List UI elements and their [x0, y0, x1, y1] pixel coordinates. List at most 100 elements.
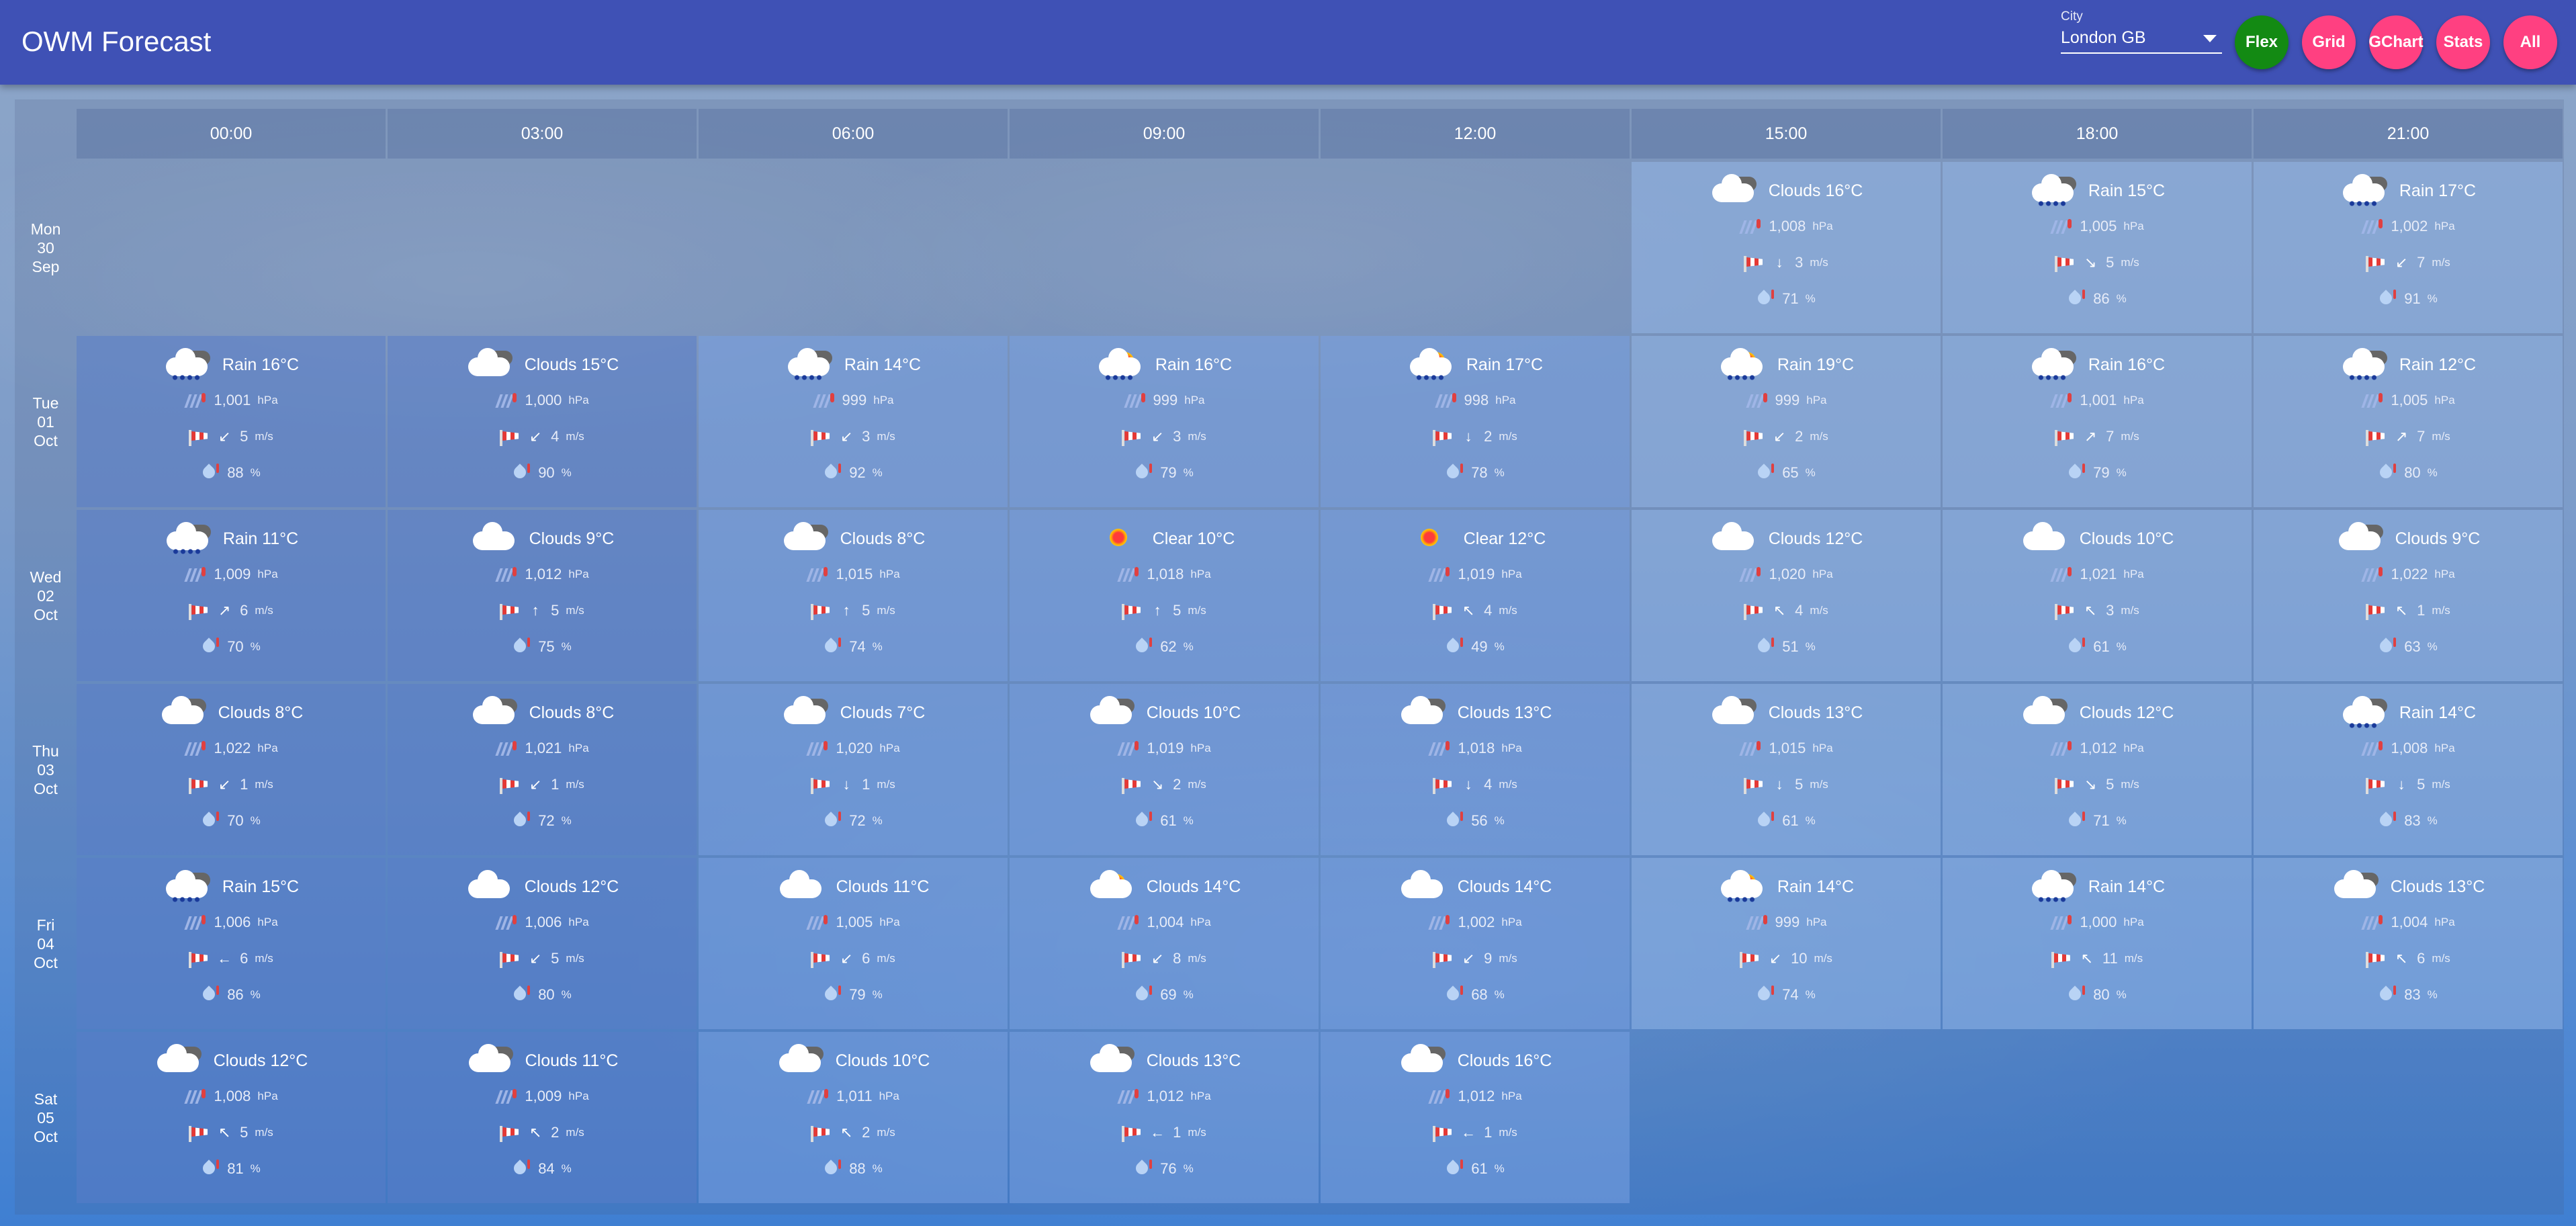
pressure-value: 1,012	[1147, 1088, 1184, 1104]
forecast-cell[interactable]: Clear 12°C 1,019 hPa ↖ 4 m/s 49%	[1321, 510, 1630, 681]
windsock-icon	[2366, 256, 2386, 272]
forecast-cell[interactable]: Clouds 15°C 1,000 hPa ↙ 4 m/s 90%	[388, 336, 697, 507]
forecast-cell[interactable]: Clouds 11°C 1,005 hPa ↙ 6 m/s 79%	[699, 858, 1008, 1029]
forecast-cell[interactable]: Clouds 12°C 1,006 hPa ↙ 5 m/s 80%	[388, 858, 697, 1029]
humidity-unit: %	[2427, 640, 2438, 653]
cell-header: Rain 19°C	[1632, 348, 1941, 382]
humidity-icon	[1133, 986, 1153, 1004]
humidity-value: 78	[1471, 464, 1488, 481]
wind-speed-unit: m/s	[1499, 1126, 1517, 1139]
pressure-icon	[1117, 567, 1140, 582]
humidity-unit: %	[872, 640, 883, 653]
forecast-cell[interactable]: Rain 17°C 998 hPa ↓ 2 m/s 78%	[1321, 336, 1630, 507]
humidity-icon	[1755, 290, 1775, 308]
humidity-row: 86%	[77, 986, 386, 1004]
forecast-cell[interactable]: Clouds 7°C 1,020 hPa ↓ 1 m/s 72%	[699, 684, 1008, 855]
forecast-cell[interactable]: Rain 14°C 999 hPa ↙ 10 m/s 74%	[1632, 858, 1941, 1029]
wind-direction-icon: ↖	[2084, 602, 2097, 619]
windsock-icon	[1744, 778, 1764, 794]
forecast-cell[interactable]: Clouds 13°C 1,015 hPa ↓ 5 m/s 61%	[1632, 684, 1941, 855]
wind-speed-value: 5	[551, 950, 560, 967]
pressure-value: 1,006	[525, 914, 562, 930]
cloud-shape	[1712, 174, 1754, 202]
city-select[interactable]: City London GB	[2061, 9, 2222, 54]
forecast-cell[interactable]: Rain 15°C 1,005 hPa ↘ 5 m/s 86%	[1943, 162, 2252, 333]
forecast-cell[interactable]: Clouds 9°C 1,012 hPa ↑ 5 m/s 75%	[388, 510, 697, 681]
forecast-cell[interactable]: Clouds 8°C 1,022 hPa ↙ 1 m/s 70%	[77, 684, 386, 855]
day-label-line: 30	[37, 238, 54, 257]
forecast-cell[interactable]: Clear 10°C 1,018 hPa ↑ 5 m/s 62%	[1010, 510, 1319, 681]
forecast-cell[interactable]: Clouds 13°C 1,012 hPa ← 1 m/s 76%	[1010, 1032, 1319, 1203]
forecast-cell[interactable]: Rain 15°C 1,006 hPa ← 6 m/s 86%	[77, 858, 386, 1029]
forecast-cell[interactable]: Rain 19°C 999 hPa ↙ 2 m/s 65%	[1632, 336, 1941, 507]
pressure-icon	[184, 915, 207, 930]
forecast-cell[interactable]: Clouds 9°C 1,022 hPa ↖ 1 m/s 63%	[2254, 510, 2563, 681]
wind-row: ← 1 m/s	[1321, 1124, 1630, 1142]
cloud-shape	[1090, 1044, 1132, 1072]
humidity-unit: %	[1805, 640, 1816, 653]
windsock-icon	[1433, 952, 1453, 968]
cell-header: Rain 15°C	[77, 870, 386, 904]
pressure-row: 1,001 hPa	[77, 392, 386, 409]
pressure-icon	[495, 393, 518, 408]
dropdown-arrow-icon[interactable]	[2203, 35, 2217, 42]
pressure-value: 1,015	[1769, 740, 1806, 756]
forecast-cell[interactable]: Rain 14°C 1,008 hPa ↓ 5 m/s 83%	[2254, 684, 2563, 855]
cloud-dark-icon	[470, 696, 521, 730]
forecast-cell[interactable]: Clouds 10°C 1,021 hPa ↖ 3 m/s 61%	[1943, 510, 2252, 681]
wind-direction-icon: ↓	[1464, 428, 1472, 445]
condition-temperature: Clear 10°C	[1152, 529, 1235, 548]
forecast-cell[interactable]: Clouds 10°C 1,019 hPa ↘ 2 m/s 61%	[1010, 684, 1319, 855]
cell-header: Clouds 8°C	[699, 522, 1008, 556]
wind-speed-value: 8	[1173, 950, 1182, 967]
forecast-cell[interactable]: Clouds 16°C 1,008 hPa ↓ 3 m/s 71%	[1632, 162, 1941, 333]
forecast-cell[interactable]: Rain 17°C 1,002 hPa ↙ 7 m/s 91%	[2254, 162, 2563, 333]
day-label-line: Sep	[32, 257, 60, 275]
forecast-cell[interactable]: Clouds 12°C 1,008 hPa ↖ 5 m/s 81%	[77, 1032, 386, 1203]
humidity-value: 88	[227, 464, 244, 481]
forecast-cell[interactable]: Clouds 11°C 1,009 hPa ↖ 2 m/s 84%	[388, 1032, 697, 1203]
flex-button[interactable]: Flex	[2235, 15, 2289, 69]
forecast-cell[interactable]: Rain 16°C 1,001 hPa ↗ 7 m/s 79%	[1943, 336, 2252, 507]
forecast-cell[interactable]: Clouds 10°C 1,011 hPa ↖ 2 m/s 88%	[699, 1032, 1008, 1203]
forecast-cell[interactable]: Rain 16°C 999 hPa ↙ 3 m/s 79%	[1010, 336, 1319, 507]
rain-drops	[171, 548, 202, 556]
humidity-row: 80%	[388, 986, 697, 1004]
grid-button[interactable]: Grid	[2302, 15, 2356, 69]
cloud-dark-icon	[781, 522, 832, 556]
wind-direction-icon: ↓	[1464, 776, 1472, 793]
forecast-cell[interactable]: Rain 12°C 1,005 hPa ↗ 7 m/s 80%	[2254, 336, 2563, 507]
humidity-unit: %	[2427, 292, 2438, 305]
forecast-cell[interactable]: Clouds 12°C 1,012 hPa ↘ 5 m/s 71%	[1943, 684, 2252, 855]
pressure-row: 1,018 hPa	[1010, 566, 1319, 583]
forecast-cell[interactable]: Rain 14°C 1,000 hPa ↖ 11 m/s 80%	[1943, 858, 2252, 1029]
pressure-unit: hPa	[2434, 220, 2455, 232]
forecast-cell[interactable]: Clouds 14°C 1,002 hPa ↙ 9 m/s 68%	[1321, 858, 1630, 1029]
forecast-cell[interactable]: Clouds 12°C 1,020 hPa ↖ 4 m/s 51%	[1632, 510, 1941, 681]
pressure-icon	[184, 1089, 207, 1104]
forecast-cell[interactable]: Rain 16°C 1,001 hPa ↙ 5 m/s 88%	[77, 336, 386, 507]
forecast-cell[interactable]: Clouds 8°C 1,015 hPa ↑ 5 m/s 74%	[699, 510, 1008, 681]
humidity-icon	[822, 986, 842, 1004]
humidity-icon	[1444, 464, 1464, 482]
forecast-cell[interactable]: Rain 14°C 999 hPa ↙ 3 m/s 92%	[699, 336, 1008, 507]
forecast-cell[interactable]: Rain 11°C 1,009 hPa ↗ 6 m/s 70%	[77, 510, 386, 681]
all-button[interactable]: All	[2503, 15, 2557, 69]
stats-button[interactable]: Stats	[2436, 15, 2490, 69]
wind-direction-icon: ↙	[529, 776, 542, 793]
forecast-cell[interactable]: Clouds 13°C 1,004 hPa ↖ 6 m/s 83%	[2254, 858, 2563, 1029]
humidity-unit: %	[1494, 640, 1505, 653]
pressure-unit: hPa	[1184, 394, 1205, 406]
forecast-cell[interactable]: Clouds 16°C 1,012 hPa ← 1 m/s 61%	[1321, 1032, 1630, 1203]
pressure-value: 1,018	[1147, 566, 1184, 582]
forecast-cell[interactable]: Clouds 14°C 1,004 hPa ↙ 8 m/s 69%	[1010, 858, 1319, 1029]
gchart-button[interactable]: GChart	[2368, 15, 2424, 69]
forecast-cell[interactable]: Clouds 13°C 1,018 hPa ↓ 4 m/s 56%	[1321, 684, 1630, 855]
windsock-icon	[811, 952, 831, 968]
forecast-cell[interactable]: Clouds 8°C 1,021 hPa ↙ 1 m/s 72%	[388, 684, 697, 855]
humidity-icon	[511, 638, 531, 656]
pressure-value: 1,004	[1147, 914, 1184, 930]
humidity-icon	[2066, 812, 2086, 830]
pressure-value: 1,021	[2080, 566, 2117, 582]
pressure-value: 1,009	[525, 1088, 562, 1104]
